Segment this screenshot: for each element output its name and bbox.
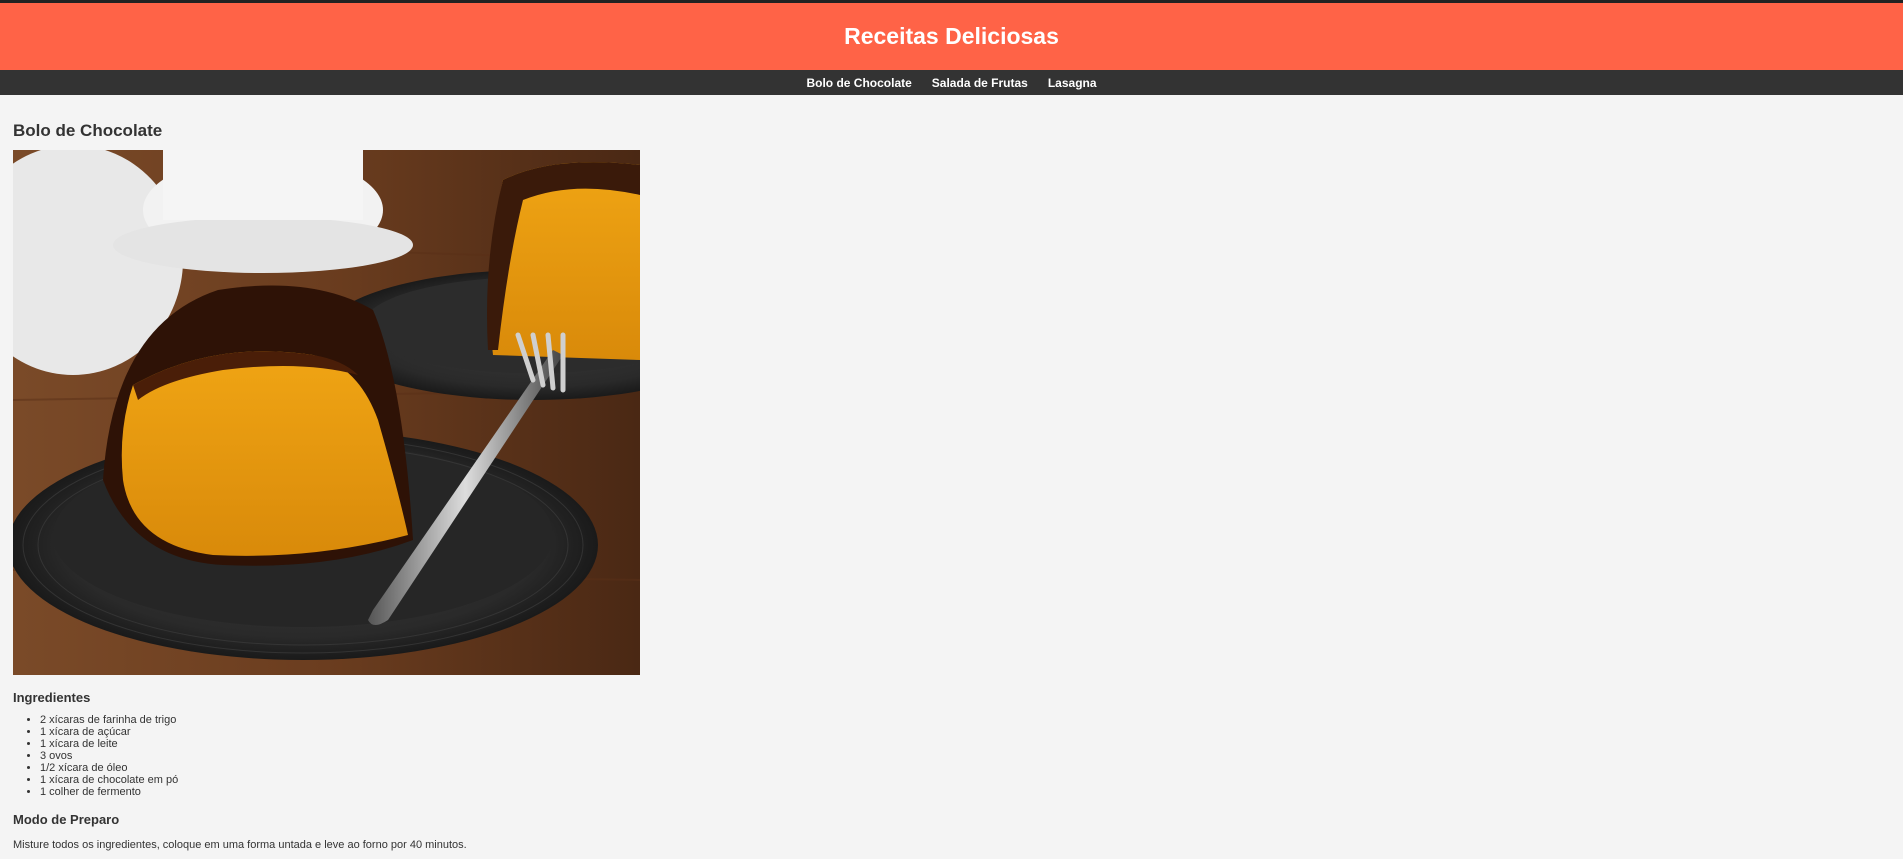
list-item: 1 xícara de chocolate em pó: [40, 774, 1890, 786]
list-item: 1 xícara de açúcar: [40, 726, 1890, 738]
recipe-content: Bolo de Chocolate Ingredientes • 2 xícar…: [0, 121, 1903, 851]
site-title: Receitas Deliciosas: [844, 23, 1059, 49]
recipe-photo: [13, 150, 640, 675]
ingredients-heading: Ingredientes: [13, 690, 91, 705]
list-item: 1 colher de fermento: [40, 786, 1890, 798]
nav-link-lasagna[interactable]: Lasagna: [1048, 76, 1097, 90]
list-item: 2 xícaras de farinha de trigo: [40, 714, 1890, 726]
nav-link-salada-de-frutas[interactable]: Salada de Frutas: [932, 76, 1028, 90]
list-item: 3 ovos: [40, 750, 1890, 762]
method-heading: Modo de Preparo: [13, 812, 120, 827]
ingredients-list: 2 xícaras de farinha de trigo 1 xícara d…: [13, 714, 1890, 798]
list-item: 1/2 xícara de óleo: [40, 762, 1890, 774]
method-text: Misture todos os ingredientes, coloque e…: [13, 839, 467, 851]
list-item: 1 xícara de leite: [40, 738, 1890, 750]
site-header: Receitas Deliciosas: [0, 3, 1903, 70]
recipe-title: Bolo de Chocolate: [13, 121, 163, 140]
main-nav: Bolo de Chocolate Salada de Frutas Lasag…: [0, 70, 1903, 95]
nav-link-bolo-de-chocolate[interactable]: Bolo de Chocolate: [806, 76, 911, 90]
